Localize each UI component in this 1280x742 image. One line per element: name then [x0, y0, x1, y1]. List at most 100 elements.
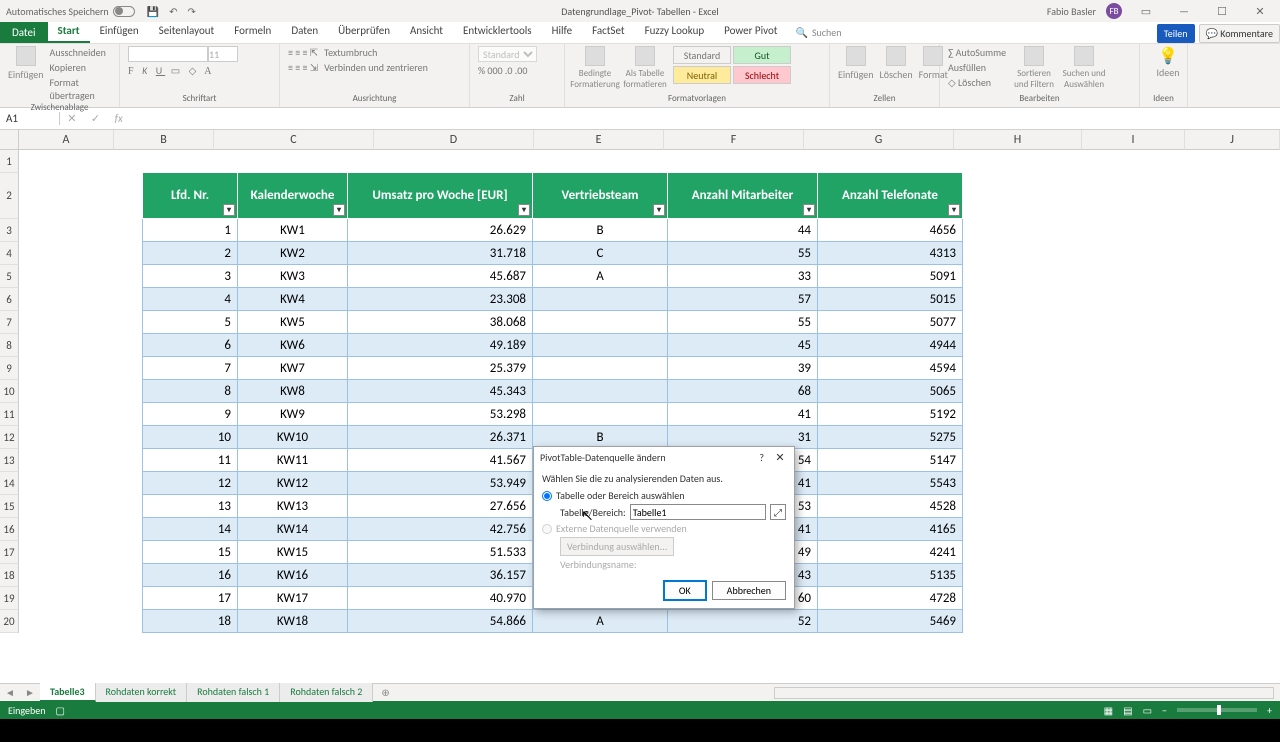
table-cell[interactable]: KW16: [238, 564, 348, 587]
table-cell[interactable]: 68: [668, 380, 818, 403]
column-header[interactable]: H: [954, 130, 1082, 150]
tab-seitenlayout[interactable]: Seitenlayout: [149, 20, 225, 43]
zoom-out-icon[interactable]: −: [1162, 704, 1167, 717]
find-select-button[interactable]: Suchen und Auswählen: [1062, 46, 1106, 90]
table-cell[interactable]: 45: [668, 334, 818, 357]
table-header[interactable]: Kalenderwoche▾: [238, 173, 348, 219]
table-cell[interactable]: 44: [668, 219, 818, 242]
sort-filter-button[interactable]: Sortieren und Filtern: [1012, 46, 1056, 90]
name-box[interactable]: A1: [0, 112, 60, 125]
column-header[interactable]: J: [1185, 130, 1280, 150]
table-cell[interactable]: 41: [668, 403, 818, 426]
radio-table-range-input[interactable]: [542, 491, 552, 501]
tab-power-pivot[interactable]: Power Pivot: [714, 20, 787, 43]
tab-scroll-right-icon[interactable]: ►: [25, 686, 35, 699]
table-cell[interactable]: KW2: [238, 242, 348, 265]
table-cell[interactable]: 41.567: [348, 449, 533, 472]
tab-entwicklertools[interactable]: Entwicklertools: [453, 20, 542, 43]
merge-center-button[interactable]: Verbinden und zentrieren: [324, 61, 428, 74]
table-cell[interactable]: [533, 403, 668, 426]
tab-hilfe[interactable]: Hilfe: [542, 20, 582, 43]
table-cell[interactable]: KW18: [238, 610, 348, 633]
font-size-input[interactable]: [208, 46, 238, 62]
table-cell[interactable]: 31.718: [348, 242, 533, 265]
table-cell[interactable]: KW3: [238, 265, 348, 288]
table-cell[interactable]: 45.687: [348, 265, 533, 288]
add-sheet-button[interactable]: ⊕: [373, 686, 397, 699]
table-cell[interactable]: 4528: [818, 495, 963, 518]
table-header[interactable]: Anzahl Telefonate▾: [818, 173, 963, 219]
table-cell[interactable]: 57: [668, 288, 818, 311]
view-page-layout-icon[interactable]: ▤: [1123, 704, 1132, 717]
row-header[interactable]: 6: [0, 288, 19, 311]
row-header[interactable]: 4: [0, 242, 19, 265]
table-cell[interactable]: 5135: [818, 564, 963, 587]
close-window-icon[interactable]: ✕: [1246, 5, 1274, 18]
sheet-tab[interactable]: Rohdaten falsch 1: [187, 683, 280, 702]
column-header[interactable]: C: [214, 130, 374, 150]
range-picker-icon[interactable]: ⤢: [770, 504, 786, 520]
format-as-table-button[interactable]: Als Tabelle formatieren: [623, 46, 667, 90]
row-header[interactable]: 19: [0, 587, 19, 610]
table-cell[interactable]: 14: [143, 518, 238, 541]
table-cell[interactable]: 4728: [818, 587, 963, 610]
table-cell[interactable]: [533, 380, 668, 403]
ideas-button[interactable]: 💡Ideen: [1148, 46, 1188, 79]
table-cell[interactable]: 17: [143, 587, 238, 610]
clear-button[interactable]: ◇ Löschen: [948, 76, 1006, 89]
dialog-cancel-button[interactable]: Abbrechen: [712, 581, 786, 600]
table-cell[interactable]: 13: [143, 495, 238, 518]
tab-start[interactable]: Start: [48, 20, 90, 43]
table-cell[interactable]: KW8: [238, 380, 348, 403]
table-cell[interactable]: A: [533, 265, 668, 288]
table-cell[interactable]: A: [533, 610, 668, 633]
cell-style-good[interactable]: Gut: [733, 46, 791, 64]
filter-dropdown-icon[interactable]: ▾: [333, 204, 345, 216]
enter-formula-icon[interactable]: ✓: [91, 112, 100, 125]
row-header[interactable]: 9: [0, 357, 19, 380]
table-cell[interactable]: 52: [668, 610, 818, 633]
table-cell[interactable]: 5275: [818, 426, 963, 449]
select-all-corner[interactable]: [0, 130, 19, 150]
table-cell[interactable]: 3: [143, 265, 238, 288]
save-icon[interactable]: 💾: [147, 5, 159, 18]
zoom-in-icon[interactable]: +: [1267, 704, 1272, 717]
filter-dropdown-icon[interactable]: ▾: [223, 204, 235, 216]
table-cell[interactable]: 23.308: [348, 288, 533, 311]
row-header[interactable]: 16: [0, 518, 19, 541]
table-cell[interactable]: KW5: [238, 311, 348, 334]
table-cell[interactable]: 5015: [818, 288, 963, 311]
cell-style-bad[interactable]: Schlecht: [733, 66, 791, 84]
table-cell[interactable]: 10: [143, 426, 238, 449]
filter-dropdown-icon[interactable]: ▾: [518, 204, 530, 216]
tab-scroll-left-icon[interactable]: ◄: [5, 686, 15, 699]
table-cell[interactable]: KW15: [238, 541, 348, 564]
table-cell[interactable]: [533, 357, 668, 380]
table-cell[interactable]: 55: [668, 311, 818, 334]
table-cell[interactable]: B: [533, 219, 668, 242]
minimize-icon[interactable]: —: [1170, 5, 1198, 18]
filter-dropdown-icon[interactable]: ▾: [948, 204, 960, 216]
table-cell[interactable]: 42.756: [348, 518, 533, 541]
row-header[interactable]: 17: [0, 541, 19, 564]
row-header[interactable]: 1: [0, 150, 19, 173]
horizontal-scrollbar[interactable]: [774, 687, 1274, 699]
tab-ansicht[interactable]: Ansicht: [400, 20, 453, 43]
table-cell[interactable]: 8: [143, 380, 238, 403]
table-cell[interactable]: 53.949: [348, 472, 533, 495]
tab-factset[interactable]: FactSet: [582, 20, 635, 43]
tab-überprüfen[interactable]: Überprüfen: [328, 20, 400, 43]
insert-cells-button[interactable]: Einfügen: [838, 46, 874, 81]
table-cell[interactable]: 4944: [818, 334, 963, 357]
sheet-tab[interactable]: Rohdaten falsch 2: [280, 683, 373, 702]
share-button[interactable]: Teilen: [1157, 24, 1195, 43]
radio-table-range[interactable]: Tabelle oder Bereich auswählen: [542, 489, 786, 502]
table-header[interactable]: Vertriebsteam▾: [533, 173, 668, 219]
table-cell[interactable]: KW13: [238, 495, 348, 518]
table-cell[interactable]: 5091: [818, 265, 963, 288]
conditional-formatting-button[interactable]: Bedingte Formatierung: [573, 46, 617, 90]
dialog-help-icon[interactable]: ?: [759, 451, 764, 464]
table-cell[interactable]: KW10: [238, 426, 348, 449]
row-header[interactable]: 3: [0, 219, 19, 242]
tab-formeln[interactable]: Formeln: [224, 20, 281, 43]
